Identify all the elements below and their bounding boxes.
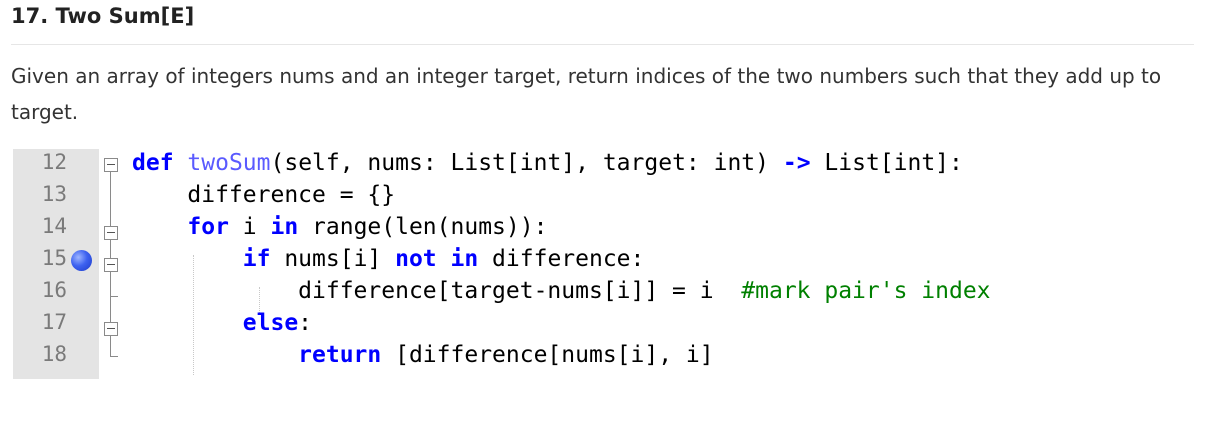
code-token: [difference[nums[i], i]: [381, 342, 714, 368]
code-line: 12 def twoSum(self, nums: List[int], tar…: [13, 149, 1163, 181]
code-line: 17 else:: [13, 309, 1163, 341]
keyword-token: def: [132, 150, 174, 176]
code-text[interactable]: else:: [132, 310, 312, 336]
code-token: i: [228, 214, 271, 240]
code-text[interactable]: difference = {}: [132, 182, 395, 208]
problem-title: 17. Two Sum[E]: [11, 4, 195, 28]
function-name-token: twoSum: [187, 150, 271, 176]
line-number: 12: [41, 150, 67, 174]
line-number: 18: [41, 342, 67, 366]
code-token: range(len(nums)):: [298, 214, 548, 240]
code-text[interactable]: difference[target-nums[i]] = i #mark pai…: [132, 278, 991, 304]
keyword-token: not in: [395, 246, 479, 272]
keyword-token: else: [242, 310, 299, 336]
keyword-token: ->: [782, 150, 811, 176]
title-divider: [11, 44, 1194, 45]
code-line: 18 return [difference[nums[i], i]: [13, 341, 1163, 373]
line-number: 16: [41, 278, 67, 302]
code-line: 16 difference[target-nums[i]] = i #mark …: [13, 277, 1163, 309]
code-token: difference[target-nums[i]] = i: [132, 278, 742, 304]
code-line: 14 for i in range(len(nums)):: [13, 213, 1163, 245]
problem-description: Given an array of integers nums and an i…: [11, 64, 1162, 124]
comment-token: #mark pair's index: [741, 278, 991, 304]
code-token: (self, nums: List[int], target: int): [270, 150, 783, 176]
code-text[interactable]: return [difference[nums[i], i]: [132, 342, 714, 368]
code-token: difference:: [478, 246, 645, 272]
line-number: 13: [41, 182, 67, 206]
code-token: difference = {}: [132, 182, 396, 208]
code-text[interactable]: def twoSum(self, nums: List[int], target…: [132, 150, 963, 176]
line-number: 14: [41, 214, 67, 238]
breakpoint-icon[interactable]: [71, 250, 92, 271]
code-token: List[int]:: [810, 150, 963, 176]
code-token: :: [298, 310, 313, 336]
code-text[interactable]: for i in range(len(nums)):: [132, 214, 547, 240]
code-editor: 12 def twoSum(self, nums: List[int], tar…: [13, 149, 1163, 379]
keyword-token: for: [187, 214, 229, 240]
keyword-token: return: [298, 342, 382, 368]
keyword-token: if: [242, 246, 271, 272]
code-line: 15 if nums[i] not in difference:: [13, 245, 1163, 277]
code-token: nums[i]: [270, 246, 396, 272]
code-line: 13 difference = {}: [13, 181, 1163, 213]
keyword-token: in: [270, 214, 299, 240]
code-text[interactable]: if nums[i] not in difference:: [132, 246, 645, 272]
line-number: 17: [41, 310, 67, 334]
line-number: 15: [41, 246, 67, 270]
